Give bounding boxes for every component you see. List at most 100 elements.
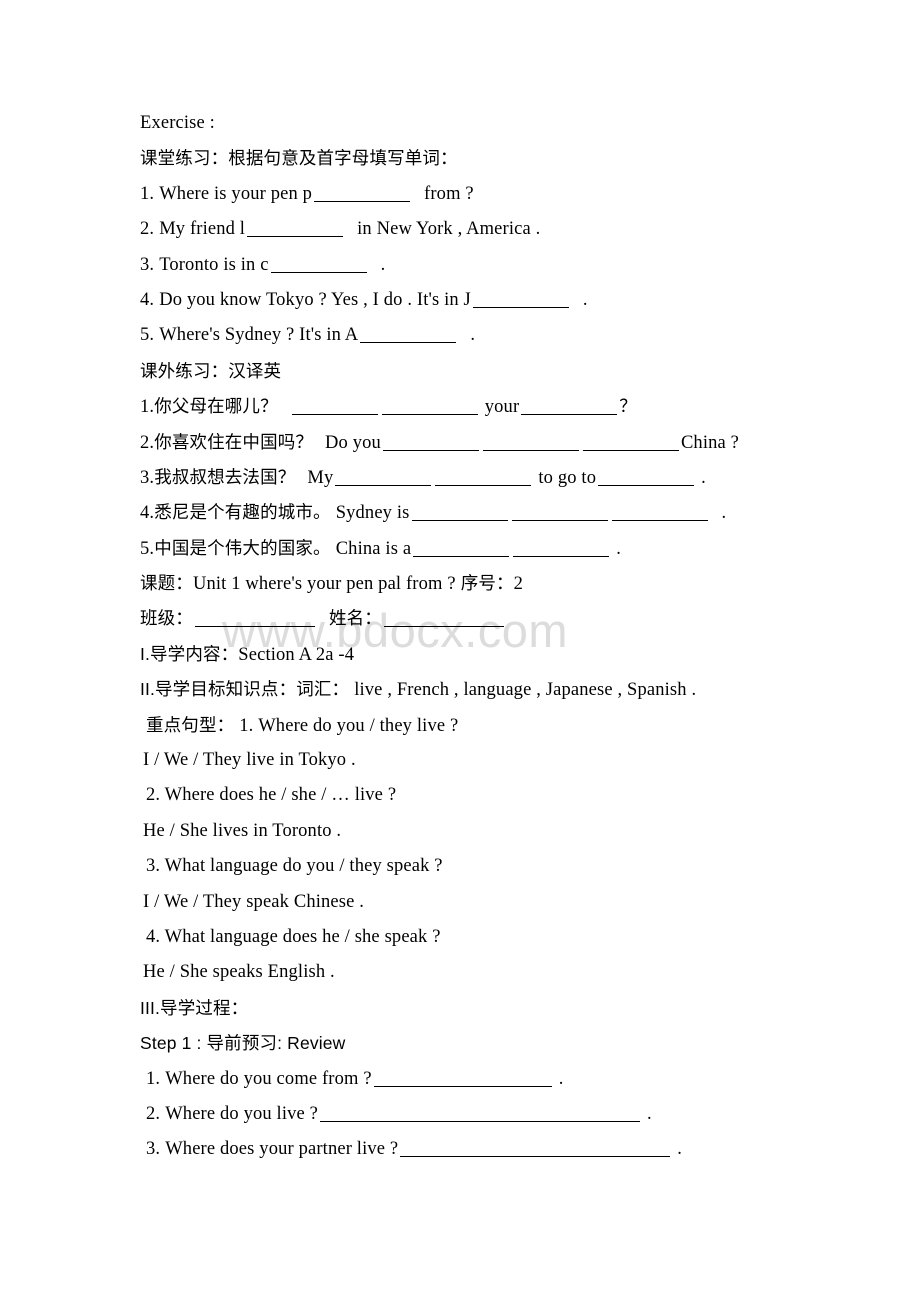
answer-blank[interactable] [360, 327, 457, 344]
outside-exercise-heading-text: 课外练习：汉译英 [140, 360, 282, 381]
question-tail: . [677, 1139, 683, 1160]
guide-content-line: I.导学内容：Section A 2a -4 [140, 637, 840, 672]
answer-blank[interactable] [411, 505, 508, 522]
answer-blank[interactable] [382, 435, 479, 451]
answer-blank[interactable] [270, 257, 367, 273]
answer-blank[interactable] [472, 292, 569, 308]
patterns-label-line: 重点句型： 1. Where do you / they live ? [140, 708, 840, 743]
translate-item-3: 3.我叔叔想去法国？ My to go to. [140, 460, 840, 495]
item-number: 3. [146, 1139, 161, 1160]
vocab-value: live , French , language , Japanese , Sp… [354, 680, 697, 701]
item-number: 5. [140, 538, 155, 559]
serial-value: 2 [513, 574, 524, 595]
name-label: 姓名： [328, 608, 382, 629]
item-chinese: 我叔叔想去法国？ [154, 466, 296, 487]
class-label: 班级： [140, 608, 193, 629]
answer-blank[interactable] [482, 435, 579, 451]
translate-item-2: 2.你喜欢住在中国吗？ Do you China ? [140, 425, 840, 460]
fill-blank-item-5: 5. Where's Sydney ? It's in A. [140, 318, 840, 353]
answer-blank[interactable] [435, 470, 532, 486]
answer-blank[interactable] [413, 541, 510, 557]
pattern-text: 1. Where do you / they live ? [239, 715, 459, 736]
fill-blank-item-1: 1. Where is your pen p from ? [140, 177, 840, 212]
answer-blank[interactable] [611, 505, 708, 522]
pattern-line-2: I / We / They live in Tokyo . [140, 743, 840, 778]
question-text: Where do you live ? [165, 1103, 319, 1124]
item-number: 1. [140, 397, 155, 418]
translate-item-4: 4.悉尼是个有趣的城市。 Sydney is. [140, 495, 840, 530]
document-body: Exercise : 课堂练习：根据句意及首字母填写单词： 1. Where is… [140, 106, 840, 1168]
pattern-line-6: I / We / They speak Chinese . [140, 885, 840, 920]
class-input-blank[interactable] [194, 611, 315, 628]
pattern-text: 3. What language do you / they speak ? [146, 856, 443, 877]
name-input-blank[interactable] [383, 611, 504, 628]
answer-blank[interactable] [513, 541, 610, 557]
item-number: 2. [140, 432, 155, 453]
item-text-before: Where's Sydney ? It's in A [159, 325, 359, 346]
exercise-heading-en: Exercise : [140, 106, 840, 141]
fill-blank-item-3: 3. Toronto is in c. [140, 248, 840, 283]
item-lead: China is a [335, 538, 412, 559]
pattern-line-5: 3. What language do you / they speak ? [140, 849, 840, 884]
item-number: 4. [140, 289, 155, 310]
item-mid: your [484, 397, 520, 418]
outside-exercise-heading: 课外练习：汉译英 [140, 354, 840, 389]
item-lead: Do you [325, 432, 381, 453]
worksheet-page: www.bdocx.com Exercise : 课堂练习：根据句意及首字母填写… [0, 0, 920, 1302]
item-number: 3. [140, 254, 155, 275]
item-number: 1. [146, 1068, 161, 1089]
guide-objectives-label: II.导学目标知识点： [140, 679, 297, 700]
answer-blank[interactable] [247, 221, 344, 238]
item-number: 2. [140, 219, 155, 240]
topic-value: Unit 1 where's your pen pal from ? [192, 574, 456, 595]
answer-blank[interactable] [521, 399, 618, 416]
guide-objectives-line: II.导学目标知识点：词汇： live , French , language ,… [140, 672, 840, 707]
answer-blank[interactable] [320, 1106, 641, 1122]
answer-blank[interactable] [381, 399, 478, 416]
answer-blank[interactable] [373, 1071, 552, 1087]
question-tail: . [647, 1103, 652, 1124]
pattern-text: He / She speaks English . [143, 962, 335, 983]
item-number: 3. [140, 467, 155, 488]
item-text-before: Do you know Tokyo ? Yes , I do . It's in… [159, 289, 471, 310]
item-text-after: in New York , America . [357, 219, 541, 240]
guide-content-label: I.导学内容： [140, 643, 239, 664]
lesson-topic-line: 课题：Unit 1 where's your pen pal from ? 序号：… [140, 566, 840, 601]
step1-line: Step 1 : 导前预习: Review [140, 1026, 840, 1061]
item-text-before: Toronto is in c [159, 254, 269, 275]
exercise-heading-cn-text: 课堂练习：根据句意及首字母填写单词： [140, 148, 458, 169]
review-question-2: 2. Where do you live ?. [140, 1097, 840, 1132]
item-chinese: 你父母在哪儿？ [154, 396, 278, 417]
item-mid: to go to [538, 467, 597, 488]
answer-blank[interactable] [335, 470, 432, 486]
question-text: Where does your partner live ? [165, 1139, 399, 1160]
answer-blank[interactable] [598, 470, 695, 486]
question-tail: . [558, 1068, 564, 1089]
pattern-text: He / She lives in Toronto . [143, 820, 342, 841]
item-lead: Sydney is [335, 503, 410, 524]
answer-blank[interactable] [291, 399, 378, 416]
question-text: Where do you come from ? [165, 1068, 372, 1089]
item-text-after: . [582, 289, 588, 310]
item-text-after: . [380, 254, 386, 275]
review-question-1: 1. Where do you come from ?. [140, 1062, 840, 1097]
guide-process-label-line: III.导学过程： [140, 991, 840, 1026]
item-chinese: 悉尼是个有趣的城市。 [154, 502, 331, 523]
item-chinese: 你喜欢住在中国吗？ [154, 431, 314, 452]
item-number: 2. [146, 1103, 161, 1124]
pattern-line-8: He / She speaks English . [140, 955, 840, 990]
item-tail: . [616, 538, 621, 559]
answer-blank[interactable] [400, 1141, 671, 1158]
answer-blank[interactable] [582, 435, 679, 451]
item-lead: My [307, 467, 334, 488]
answer-blank[interactable] [314, 186, 411, 202]
topic-label: 课题： [140, 573, 193, 594]
pattern-text: 4. What language does he / she speak ? [146, 926, 441, 947]
pattern-line-3: 2. Where does he / she / … live ? [140, 778, 840, 813]
translate-item-5: 5.中国是个伟大的国家。 China is a. [140, 531, 840, 566]
answer-blank[interactable] [511, 505, 608, 522]
item-tail: China ? [680, 432, 740, 453]
pattern-text: I / We / They speak Chinese . [143, 891, 365, 912]
pattern-text: 2. Where does he / she / … live ? [146, 785, 397, 806]
item-text-after: from ? [424, 183, 474, 204]
